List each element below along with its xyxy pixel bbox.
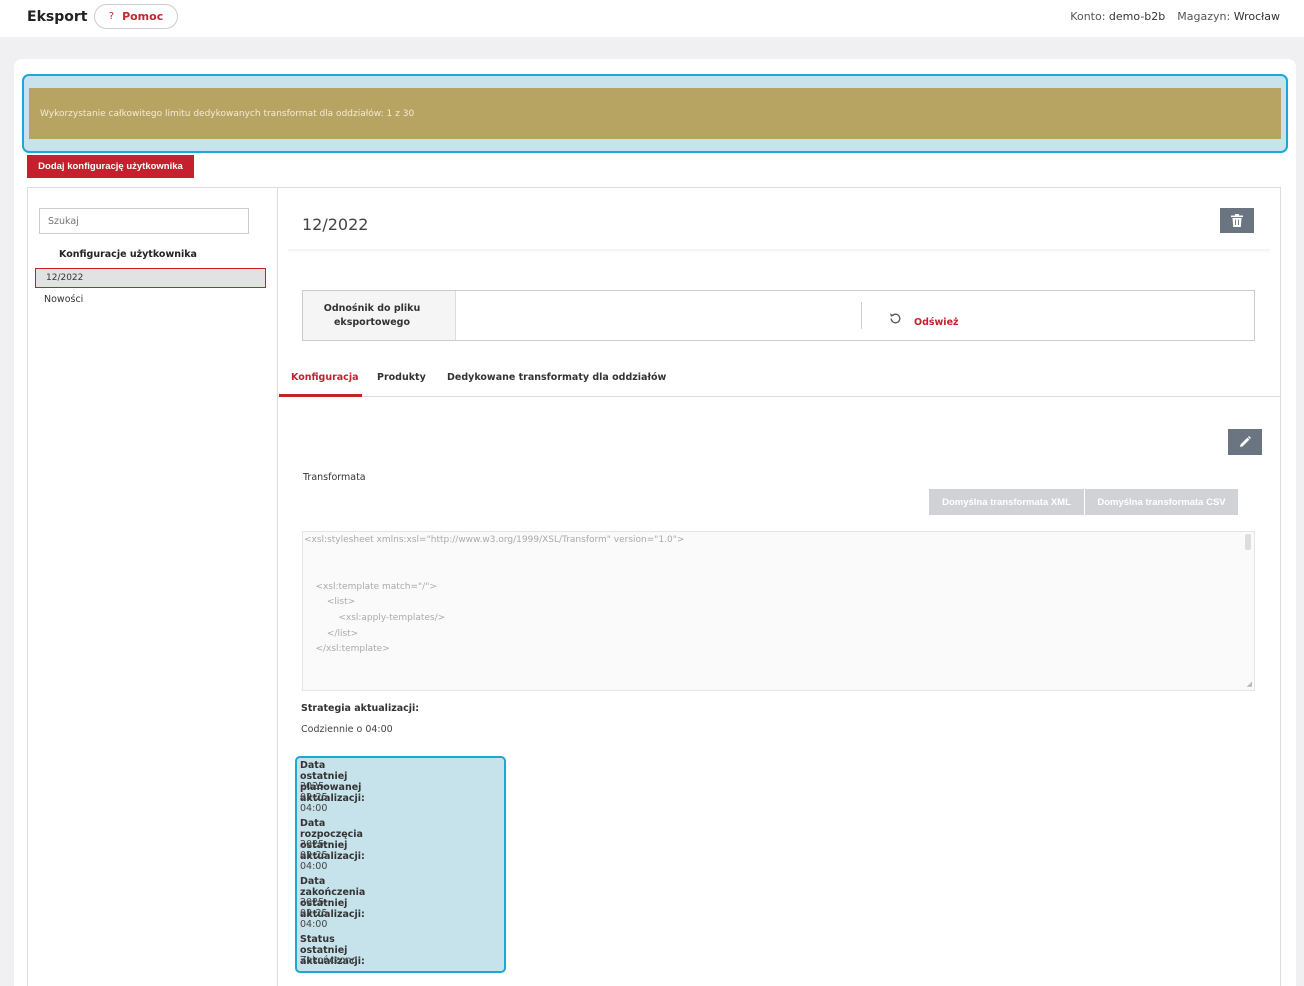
transform-label: Transformata <box>303 472 366 483</box>
question-icon: ? <box>108 11 115 22</box>
page-title: Eksport <box>27 9 88 25</box>
sidebar-item-nowosci[interactable]: Nowości <box>44 294 83 305</box>
tab-bar: Konfiguracja Produkty Dedykowane transfo… <box>278 360 1280 397</box>
status-value: Zakończono <box>300 955 358 966</box>
edit-button[interactable] <box>1228 429 1262 455</box>
sidebar: Konfiguracje użytkownika 12/2022 Nowości <box>28 188 278 986</box>
add-user-config-button[interactable]: Dodaj konfigurację użytkownika <box>27 155 194 178</box>
export-link-box: Odnośnik do pliku eksportowego Odśwież <box>302 290 1255 341</box>
account-info: Konto: demo-b2b Magazyn: Wrocław <box>1070 10 1280 23</box>
sidebar-group-title: Konfiguracje użytkownika <box>59 249 197 260</box>
limit-banner-highlight: Wykorzystanie całkowitego limitu dedykow… <box>22 74 1288 153</box>
trash-icon <box>1231 214 1243 227</box>
tab-dedykowane-transformaty[interactable]: Dedykowane transformaty dla oddziałów <box>447 372 666 383</box>
limit-banner-text: Wykorzystanie całkowitego limitu dedykow… <box>40 108 415 119</box>
last-planned-value: 2025-03-25 04:00 <box>300 781 328 814</box>
transform-code-editor[interactable]: <xsl:stylesheet xmlns:xsl="http://www.w3… <box>302 531 1255 691</box>
scrollbar[interactable] <box>1245 534 1251 550</box>
help-button-label: Pomoc <box>122 10 164 23</box>
strategy-label: Strategia aktualizacji: <box>301 703 420 714</box>
active-tab-indicator <box>279 394 362 397</box>
refresh-icon <box>890 313 901 324</box>
tab-konfiguracja[interactable]: Konfiguracja <box>291 372 358 383</box>
end-value: 2025-03-25 04:00 <box>300 897 328 930</box>
divider <box>861 302 862 329</box>
config-title: 12/2022 <box>302 215 369 234</box>
delete-button[interactable] <box>1220 208 1254 233</box>
config-panel: Konfiguracje użytkownika 12/2022 Nowości… <box>27 187 1281 986</box>
divider <box>288 249 1270 253</box>
default-xml-transform-button[interactable]: Domyślna transformata XML <box>929 489 1084 515</box>
strategy-value: Codziennie o 04:00 <box>301 724 393 735</box>
limit-banner: Wykorzystanie całkowitego limitu dedykow… <box>29 88 1281 139</box>
refresh-label: Odśwież <box>914 317 959 328</box>
export-link-label: Odnośnik do pliku eksportowego <box>303 291 456 340</box>
sidebar-item-12-2022[interactable]: 12/2022 <box>35 268 266 288</box>
account-info-account: Konto: demo-b2b <box>1070 10 1166 23</box>
refresh-button[interactable]: Odśwież <box>889 309 959 328</box>
default-csv-transform-button[interactable]: Domyślna transformata CSV <box>1085 489 1238 515</box>
tab-produkty[interactable]: Produkty <box>377 372 426 383</box>
help-button[interactable]: ? Pomoc <box>94 4 178 29</box>
account-info-warehouse: Magazyn: Wrocław <box>1177 10 1280 23</box>
top-bar: Eksport ? Pomoc Konto: demo-b2b Magazyn:… <box>0 0 1304 37</box>
start-value: 2025-03-25 04:00 <box>300 839 328 872</box>
transform-code: <xsl:stylesheet xmlns:xsl="http://www.w3… <box>304 535 685 655</box>
pencil-icon <box>1240 436 1251 447</box>
resize-handle-icon[interactable]: ◢ <box>1247 680 1252 688</box>
search-input[interactable] <box>39 208 249 234</box>
